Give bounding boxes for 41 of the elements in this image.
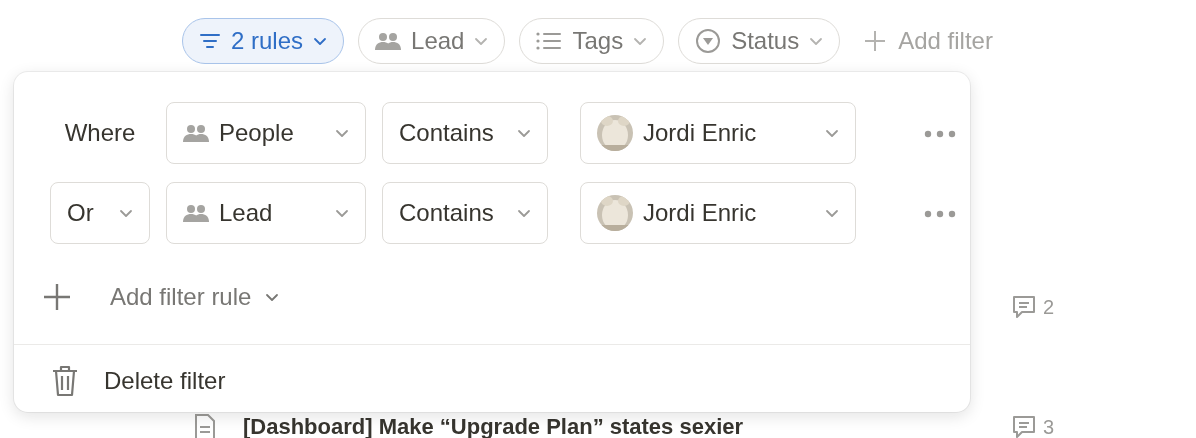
comment-icon [1011, 414, 1037, 438]
caret-icon [474, 36, 489, 46]
caret-icon [825, 128, 839, 138]
caret-icon [313, 36, 328, 46]
caret-icon [119, 208, 133, 218]
filter-chip[interactable]: Lead [358, 18, 506, 64]
filter-chip[interactable]: Tags [519, 18, 665, 64]
status-icon [695, 28, 722, 54]
value-dropdown[interactable]: Jordi Enric [580, 182, 856, 244]
document-icon [195, 414, 215, 438]
trash-icon [52, 365, 78, 397]
caret-icon [265, 292, 280, 302]
plus-icon [864, 30, 887, 52]
plus-icon [42, 282, 72, 312]
caret-icon [809, 36, 824, 46]
property-dropdown[interactable]: People [166, 102, 366, 164]
filter-chip[interactable]: Status [678, 18, 841, 64]
caret-icon [825, 208, 839, 218]
caret-icon [517, 128, 531, 138]
conjunction-dropdown[interactable]: Or [50, 182, 150, 244]
caret-icon [633, 36, 648, 46]
property-dropdown[interactable]: Lead [166, 182, 366, 244]
people-icon [183, 124, 209, 142]
operator-dropdown[interactable]: Contains [382, 182, 548, 244]
caret-icon [335, 128, 349, 138]
value-dropdown[interactable]: Jordi Enric [580, 102, 856, 164]
add-filter-rule-button[interactable]: Add filter rule [42, 278, 280, 316]
where-label: Where [63, 119, 137, 147]
operator-dropdown[interactable]: Contains [382, 102, 548, 164]
people-icon [183, 204, 209, 222]
filter-chip[interactable]: 2 rules [182, 18, 345, 64]
list-icon [536, 31, 563, 51]
caret-icon [517, 208, 531, 218]
filter-icon [199, 33, 221, 49]
comment-count: 2 [1011, 294, 1196, 320]
comment-count: 3 [1011, 414, 1196, 438]
people-icon [375, 32, 402, 50]
delete-filter-button[interactable]: Delete filter [52, 361, 226, 401]
page-title[interactable]: [Dashboard] Make “Upgrade Plan” states sexier [243, 414, 993, 438]
caret-icon [335, 208, 349, 218]
comment-icon [1011, 294, 1037, 320]
